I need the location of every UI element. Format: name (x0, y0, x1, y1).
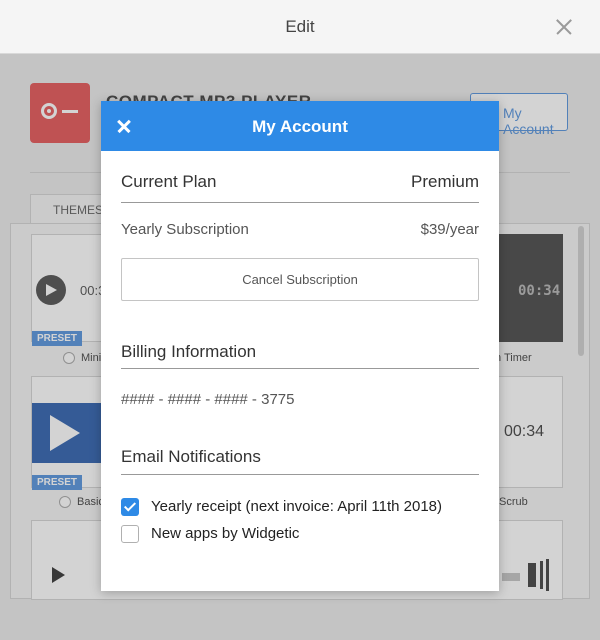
close-icon[interactable] (556, 19, 572, 35)
email-notifications-label: Email Notifications (121, 447, 261, 466)
new-apps-checkbox[interactable] (121, 525, 139, 543)
my-account-modal: My Account Current Plan Premium Yearly S… (101, 101, 499, 591)
yearly-receipt-checkbox[interactable] (121, 498, 139, 516)
divider (121, 474, 479, 475)
topbar-title: Edit (285, 17, 315, 36)
modal-header: My Account (101, 101, 499, 151)
yearly-receipt-label[interactable]: Yearly receipt (next invoice: April 11th… (151, 498, 442, 515)
modal-title: My Account (252, 117, 348, 136)
current-plan-value: Premium (410, 172, 479, 191)
new-apps-label[interactable]: New apps by Widgetic (151, 525, 299, 542)
divider (121, 202, 479, 203)
current-plan-label: Current Plan (121, 172, 217, 191)
billing-label: Billing Information (121, 342, 257, 361)
cancel-subscription-button[interactable]: Cancel Subscription (121, 258, 479, 301)
subscription-price: $39/year (420, 221, 479, 238)
card-number: #### - #### - #### - 3775 (121, 391, 295, 408)
subscription-label: Yearly Subscription (121, 221, 249, 238)
edit-topbar: Edit (0, 0, 600, 54)
divider (121, 368, 479, 369)
